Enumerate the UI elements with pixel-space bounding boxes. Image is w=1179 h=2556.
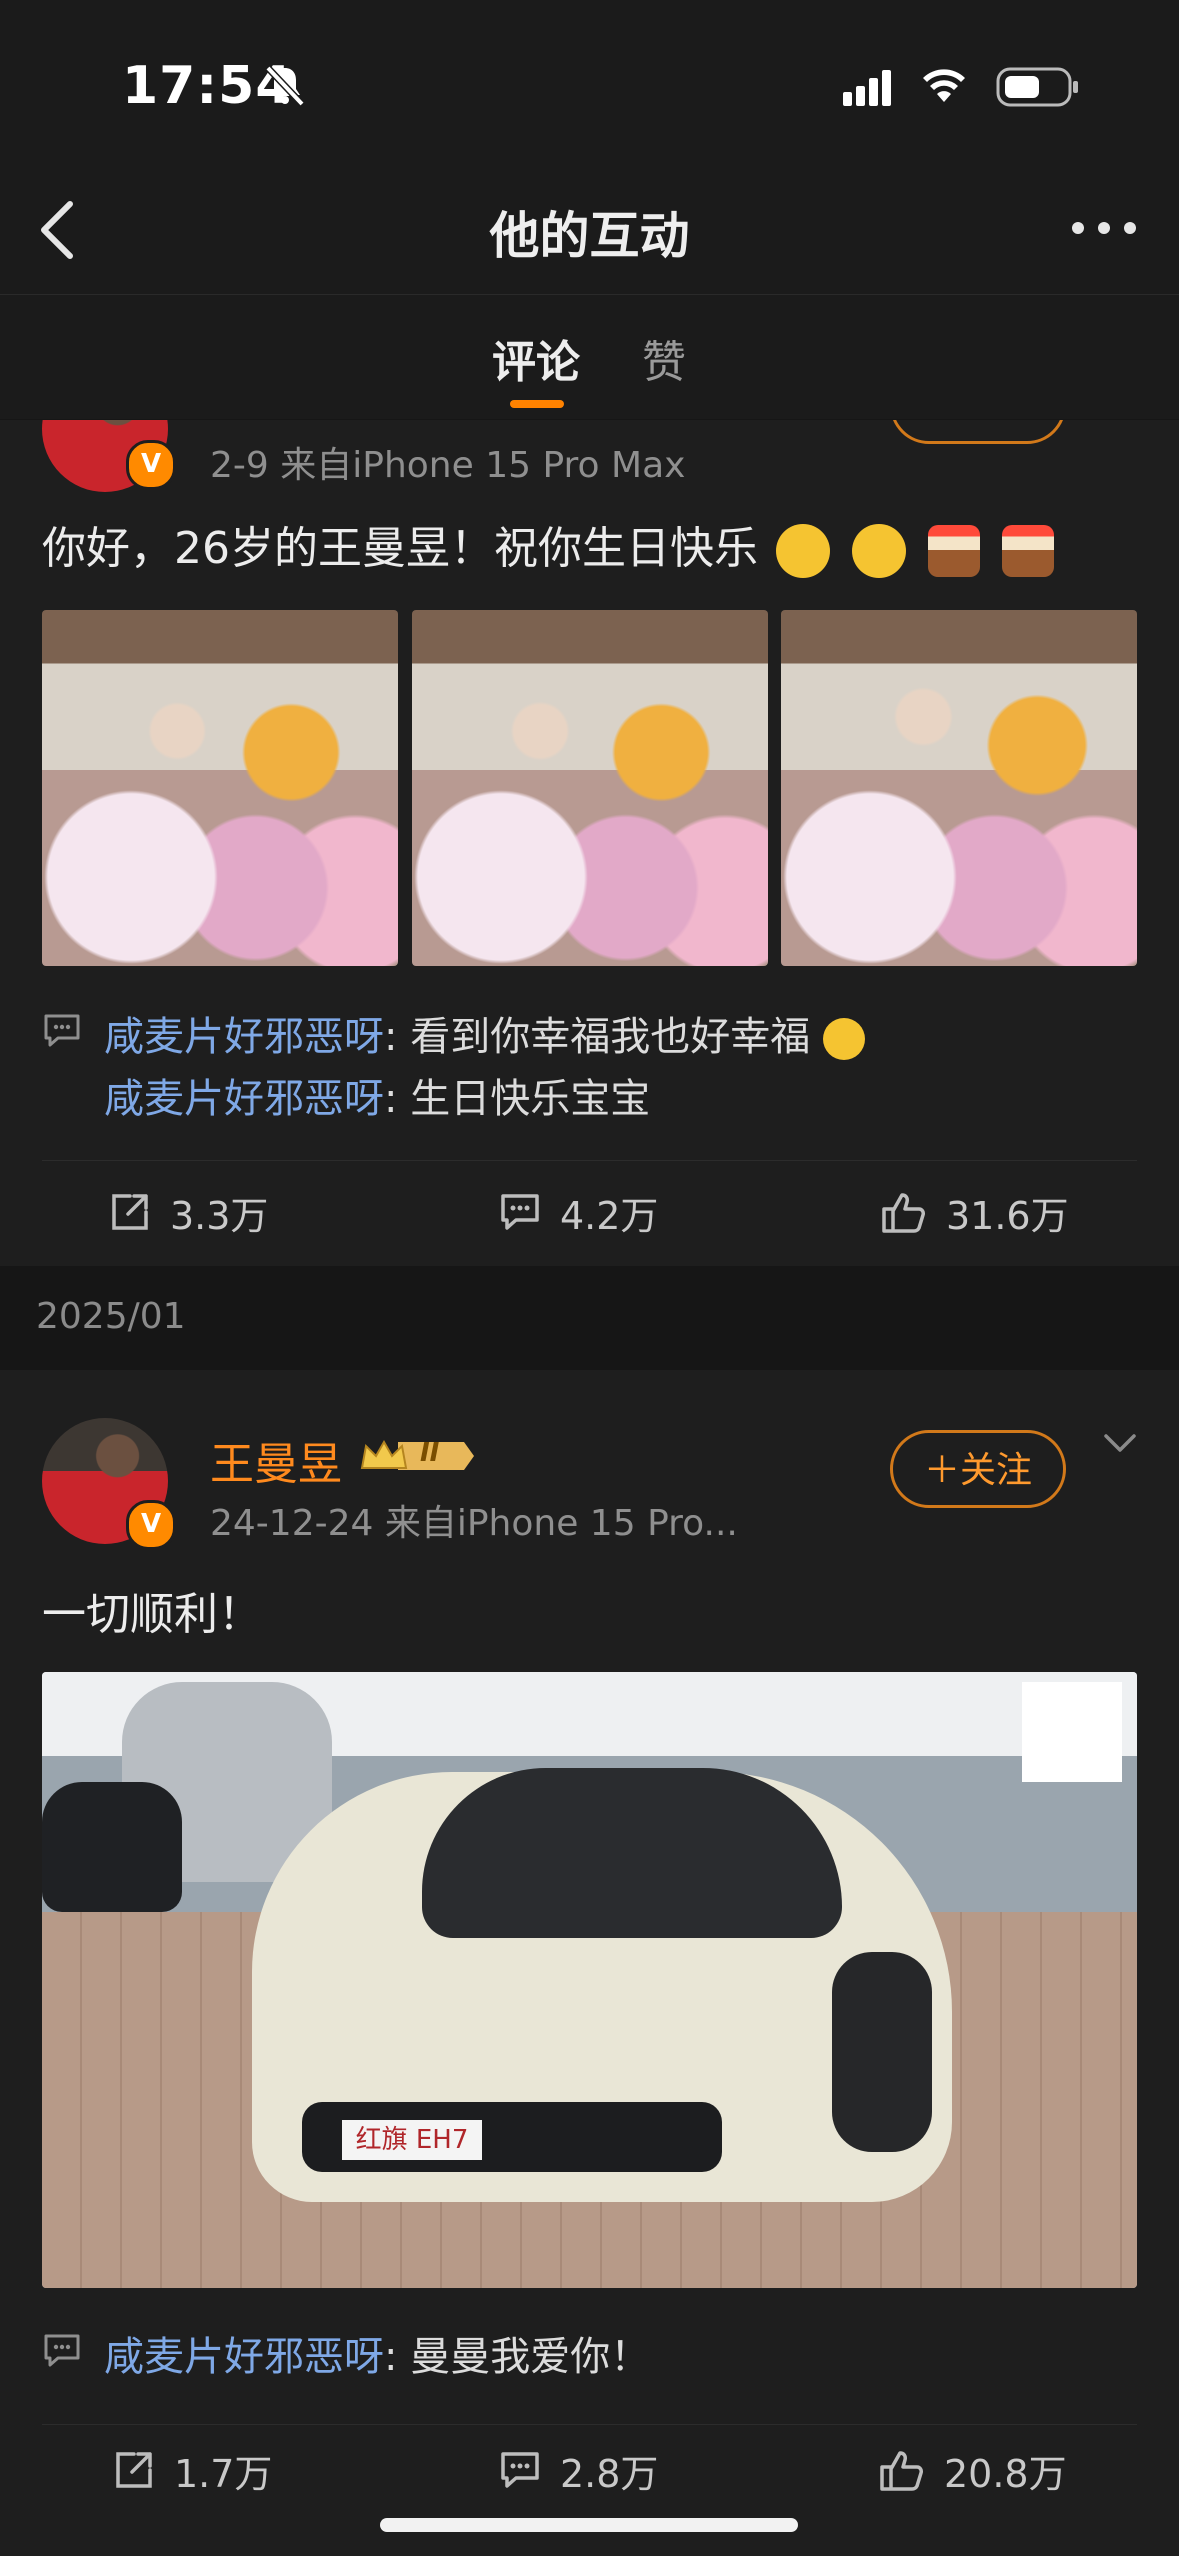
cake-emoji-icon [1002,525,1054,577]
comment[interactable]: 咸麦片好邪恶呀: 曼曼我爱你！ [104,2324,650,2382]
comment-button[interactable]: 4.2万 [498,1184,658,1240]
comment-text: : 生日快乐宝宝 [384,1076,651,1122]
page-title: 他的互动 [489,207,690,265]
verified-badge-icon: V [126,1500,176,1550]
comment[interactable]: 咸麦片好邪恶呀: 看到你幸福我也好幸福 [104,1004,865,1062]
comment-icon [501,2452,539,2488]
follow-button[interactable]: ＋关注 [890,1430,1066,1508]
heart-eyes-emoji-icon [776,524,830,578]
repost-count: 3.3万 [170,1193,269,1238]
post-photo[interactable]: 红旗 EH7 [42,1672,1137,2288]
tab-comments[interactable]: 评论 [492,326,580,390]
mute-bell-icon [262,62,308,112]
like-count: 31.6万 [946,1193,1069,1238]
tab-active-indicator [510,400,564,408]
repost-count: 1.7万 [174,2451,273,2496]
verified-badge-icon: V [126,440,176,490]
repost-icon [116,2452,152,2488]
user-name[interactable]: 王曼昱 [210,1428,342,1492]
post-text: 你好，26岁的王曼昱！祝你生日快乐 [42,512,1054,578]
cellular-signal-icon [843,68,903,110]
chevron-down-icon[interactable] [1100,1430,1140,1462]
post-photo[interactable] [412,610,768,966]
thumbs-up-icon [882,1193,925,1233]
member-level-label: II [420,1438,440,1468]
comment-count: 4.2万 [560,1193,659,1238]
car-plate: 红旗 EH7 [342,2120,482,2160]
month-divider: 2025/01 [36,1296,186,1337]
comment-text: : 看到你幸福我也好幸福 [384,1014,811,1060]
repost-icon [112,1194,148,1230]
commenter-name[interactable]: 咸麦片好邪恶呀 [104,2334,384,2380]
post-meta: 24-12-24 来自iPhone 15 Pro... [210,1503,738,1544]
post-text: 一切顺利！ [42,1589,262,1640]
heart-eyes-emoji-icon [852,524,906,578]
comment-icon [42,1012,82,1052]
post-text-content: 你好，26岁的王曼昱！祝你生日快乐 [42,523,758,574]
post-meta: 2-9 来自iPhone 15 Pro Max [210,445,686,486]
comment-count: 2.8万 [560,2451,659,2496]
cake-emoji-icon [928,525,980,577]
tab-likes[interactable]: 赞 [642,326,686,390]
comment-button[interactable]: 2.8万 [498,2442,658,2498]
member-crown-badge-icon [358,1434,474,1478]
comment[interactable]: 咸麦片好邪恶呀: 生日快乐宝宝 [104,1066,650,1124]
post-photo[interactable] [42,610,398,966]
home-indicator[interactable] [380,2518,798,2532]
comment-icon [42,2332,82,2372]
thumbs-up-icon [880,2451,923,2491]
wifi-icon [920,64,968,110]
commenter-name[interactable]: 咸麦片好邪恶呀 [104,1014,384,1060]
post-photo[interactable] [781,610,1137,966]
more-options-button[interactable] [1066,208,1146,248]
worried-face-emoji-icon [822,1018,865,1060]
like-count: 20.8万 [944,2451,1067,2496]
divider [42,1160,1137,1161]
comment-text: : 曼曼我爱你！ [384,2334,651,2380]
tab-bar [0,295,1179,419]
battery-icon [996,66,1080,112]
repost-button[interactable]: 1.7万 [112,2442,272,2498]
commenter-name[interactable]: 咸麦片好邪恶呀 [104,1076,384,1122]
like-button[interactable]: 31.6万 [880,1184,1069,1240]
comment-icon [501,1194,539,1230]
like-button[interactable]: 20.8万 [878,2442,1067,2498]
divider [42,2424,1137,2425]
repost-button[interactable]: 3.3万 [108,1184,268,1240]
